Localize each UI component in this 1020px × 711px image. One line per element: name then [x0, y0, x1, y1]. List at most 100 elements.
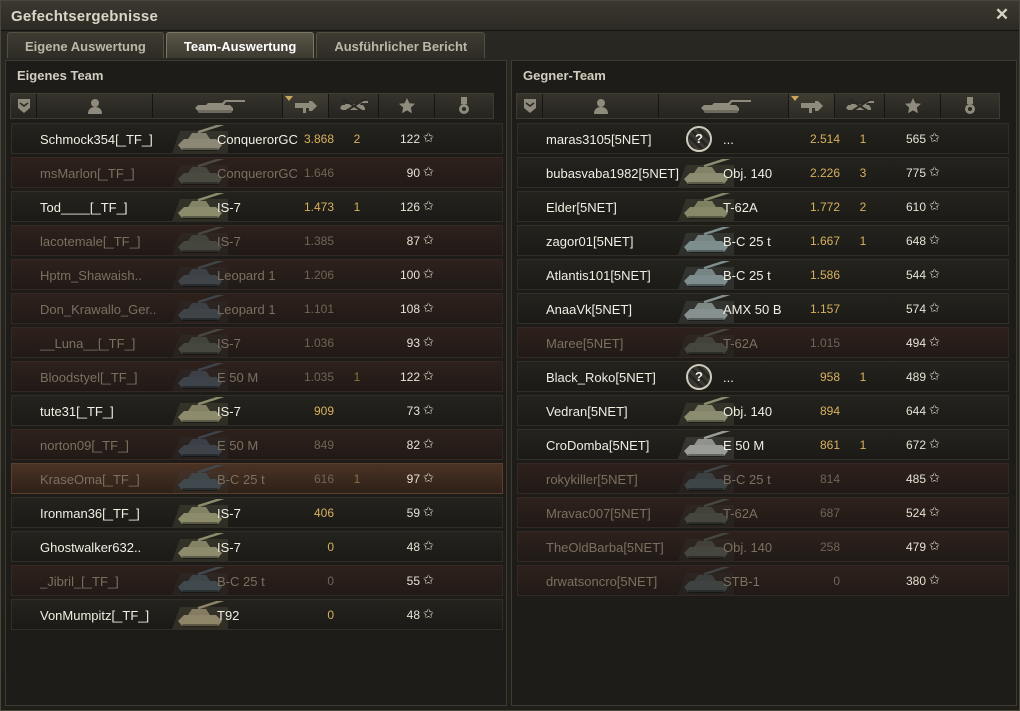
tab-detailed-report[interactable]: Ausführlicher Bericht	[316, 32, 486, 58]
player-row[interactable]: CroDomba[5NET] E 50 M 861 1 672 ✩	[517, 427, 1009, 460]
column-header-medal[interactable]	[435, 94, 493, 118]
player-name: lacotemale[_TF_]	[40, 234, 141, 249]
player-row[interactable]: Don_Krawallo_Ger.. Leopard 1 1.101 108 ✩	[11, 291, 503, 324]
tank-name: E 50 M	[217, 370, 259, 385]
tank-name: STB-1	[723, 574, 760, 589]
kills-value: 1	[859, 132, 867, 146]
player-row[interactable]: norton09[_TF_] E 50 M 849 82 ✩	[11, 427, 503, 460]
player-row[interactable]: Hptm_Shawaish.. Leopard 1 1.206 100 ✩	[11, 257, 503, 290]
player-icon	[87, 98, 103, 114]
tank-name: IS-7	[217, 234, 241, 249]
tank-name: AMX 50 B	[723, 302, 782, 317]
xp-star-icon: ✩	[423, 368, 434, 383]
player-row[interactable]: Mravac007[5NET] T-62A 687 524 ✩	[517, 495, 1009, 528]
player-row[interactable]: Maree[5NET] T-62A 1.015 494 ✩	[517, 325, 1009, 358]
close-button[interactable]: ✕	[993, 6, 1011, 24]
xp-value: 479	[905, 540, 926, 554]
player-row[interactable]: Ghostwalker632.. IS-7 0 48 ✩	[11, 529, 503, 562]
tank-name: IS-7	[217, 336, 241, 351]
xp-value: 644	[905, 404, 926, 418]
kills-value: 2	[859, 200, 867, 214]
xp-value: 126	[399, 200, 420, 214]
column-header-damage[interactable]	[283, 94, 329, 118]
column-header-tank[interactable]	[659, 94, 789, 118]
kills-icon	[339, 98, 369, 114]
column-header-tank[interactable]	[153, 94, 283, 118]
player-row[interactable]: msMarlon[_TF_] ConquerorGC 1.646 90 ✩	[11, 155, 503, 188]
xp-star-icon: ✩	[423, 266, 434, 281]
tab-team-results[interactable]: Team-Auswertung	[165, 32, 315, 58]
xp-star-icon: ✩	[423, 572, 434, 587]
xp-star-icon: ✩	[423, 606, 434, 621]
damage-value: 616	[313, 472, 334, 486]
xp-star-icon: ✩	[929, 164, 940, 179]
xp-star-icon: ✩	[423, 402, 434, 417]
xp-value: 775	[905, 166, 926, 180]
column-header-xp[interactable]	[379, 94, 435, 118]
player-row[interactable]: bubasvaba1982[5NET] Obj. 140 2.226 3 775 ✩	[517, 155, 1009, 188]
player-name: _Jibril_[_TF_]	[40, 574, 119, 589]
tab-personal-results[interactable]: Eigene Auswertung	[7, 32, 164, 58]
player-row[interactable]: Bloodstyel[_TF_] E 50 M 1.035 1 122 ✩	[11, 359, 503, 392]
tank-name: Obj. 140	[723, 166, 773, 181]
question-mark-icon: ?	[686, 364, 712, 390]
player-row[interactable]: zagor01[5NET] B-C 25 t 1.667 1 648 ✩	[517, 223, 1009, 256]
damage-value: 1.035	[303, 370, 334, 384]
title-bar[interactable]: Gefechtsergebnisse ✕	[1, 1, 1019, 31]
player-row[interactable]: rokykiller[5NET] B-C 25 t 814 485 ✩	[517, 461, 1009, 494]
column-header-player[interactable]	[543, 94, 659, 118]
own-team-column-header	[10, 93, 494, 119]
player-row[interactable]: Atlantis101[5NET] B-C 25 t 1.586 544 ✩	[517, 257, 1009, 290]
player-row[interactable]: maras3105[5NET]?... 2.514 1 565 ✩	[517, 123, 1009, 154]
column-header-damage[interactable]	[789, 94, 835, 118]
column-header-player[interactable]	[37, 94, 153, 118]
damage-value: 1.667	[809, 234, 840, 248]
enemy-team-column-header	[516, 93, 1000, 119]
player-row[interactable]: VonMumpitz[_TF_] T92 0 48 ✩	[11, 597, 503, 630]
xp-value: 648	[905, 234, 926, 248]
damage-value: 0	[327, 608, 334, 622]
player-row[interactable]: AnaaVk[5NET] AMX 50 B 1.157 574 ✩	[517, 291, 1009, 324]
xp-star-icon: ✩	[423, 198, 434, 213]
column-header-medal[interactable]	[941, 94, 999, 118]
player-row[interactable]: Ironman36[_TF_] IS-7 406 59 ✩	[11, 495, 503, 528]
player-row[interactable]: Schmock354[_TF_] ConquerorGC 3.868 2 122 ✩	[11, 121, 503, 154]
xp-value: 489	[905, 370, 926, 384]
xp-value: 494	[905, 336, 926, 350]
tank-name: IS-7	[217, 540, 241, 555]
column-header-xp[interactable]	[885, 94, 941, 118]
xp-value: 97	[406, 472, 420, 486]
kills-value: 3	[859, 166, 867, 180]
player-row[interactable]: Vedran[5NET] Obj. 140 894 644 ✩	[517, 393, 1009, 426]
squad-icon	[17, 98, 31, 114]
player-row[interactable]: __Luna__[_TF_] IS-7 1.036 93 ✩	[11, 325, 503, 358]
player-row[interactable]: Black_Roko[5NET]?... 958 1 489 ✩	[517, 361, 1009, 392]
damage-value: 1.772	[809, 200, 840, 214]
column-header-kills[interactable]	[835, 94, 885, 118]
tank-name: B-C 25 t	[723, 234, 771, 249]
player-row[interactable]: tute31[_TF_] IS-7 909 73 ✩	[11, 393, 503, 426]
xp-value: 93	[406, 336, 420, 350]
kills-value: 1	[859, 370, 867, 384]
kills-value: 1	[859, 438, 867, 452]
player-row[interactable]: _Jibril_[_TF_] B-C 25 t 0 55 ✩	[11, 563, 503, 596]
player-row[interactable]: KraseOma[_TF_] B-C 25 t 616 1 97 ✩	[11, 461, 503, 494]
player-row[interactable]: Elder[5NET] T-62A 1.772 2 610 ✩	[517, 189, 1009, 222]
player-name: drwatsoncro[5NET]	[546, 574, 658, 589]
player-row[interactable]: TheOldBarba[5NET] Obj. 140 258 479 ✩	[517, 529, 1009, 562]
player-row[interactable]: drwatsoncro[5NET] STB-1 0 380 ✩	[517, 563, 1009, 596]
player-name: Mravac007[5NET]	[546, 506, 651, 521]
column-header-kills[interactable]	[329, 94, 379, 118]
xp-icon	[398, 98, 415, 114]
column-header-squad[interactable]	[11, 94, 37, 118]
player-name: bubasvaba1982[5NET]	[546, 166, 679, 181]
tank-name: IS-7	[217, 506, 241, 521]
damage-value: 406	[313, 506, 334, 520]
kills-value: 1	[353, 472, 361, 486]
column-header-squad[interactable]	[517, 94, 543, 118]
damage-value: 3.868	[303, 132, 334, 146]
xp-value: 672	[905, 438, 926, 452]
player-row[interactable]: lacotemale[_TF_] IS-7 1.385 87 ✩	[11, 223, 503, 256]
player-row[interactable]: Tod____[_TF_] IS-7 1.473 1 126 ✩	[11, 189, 503, 222]
xp-star-icon: ✩	[929, 470, 940, 485]
